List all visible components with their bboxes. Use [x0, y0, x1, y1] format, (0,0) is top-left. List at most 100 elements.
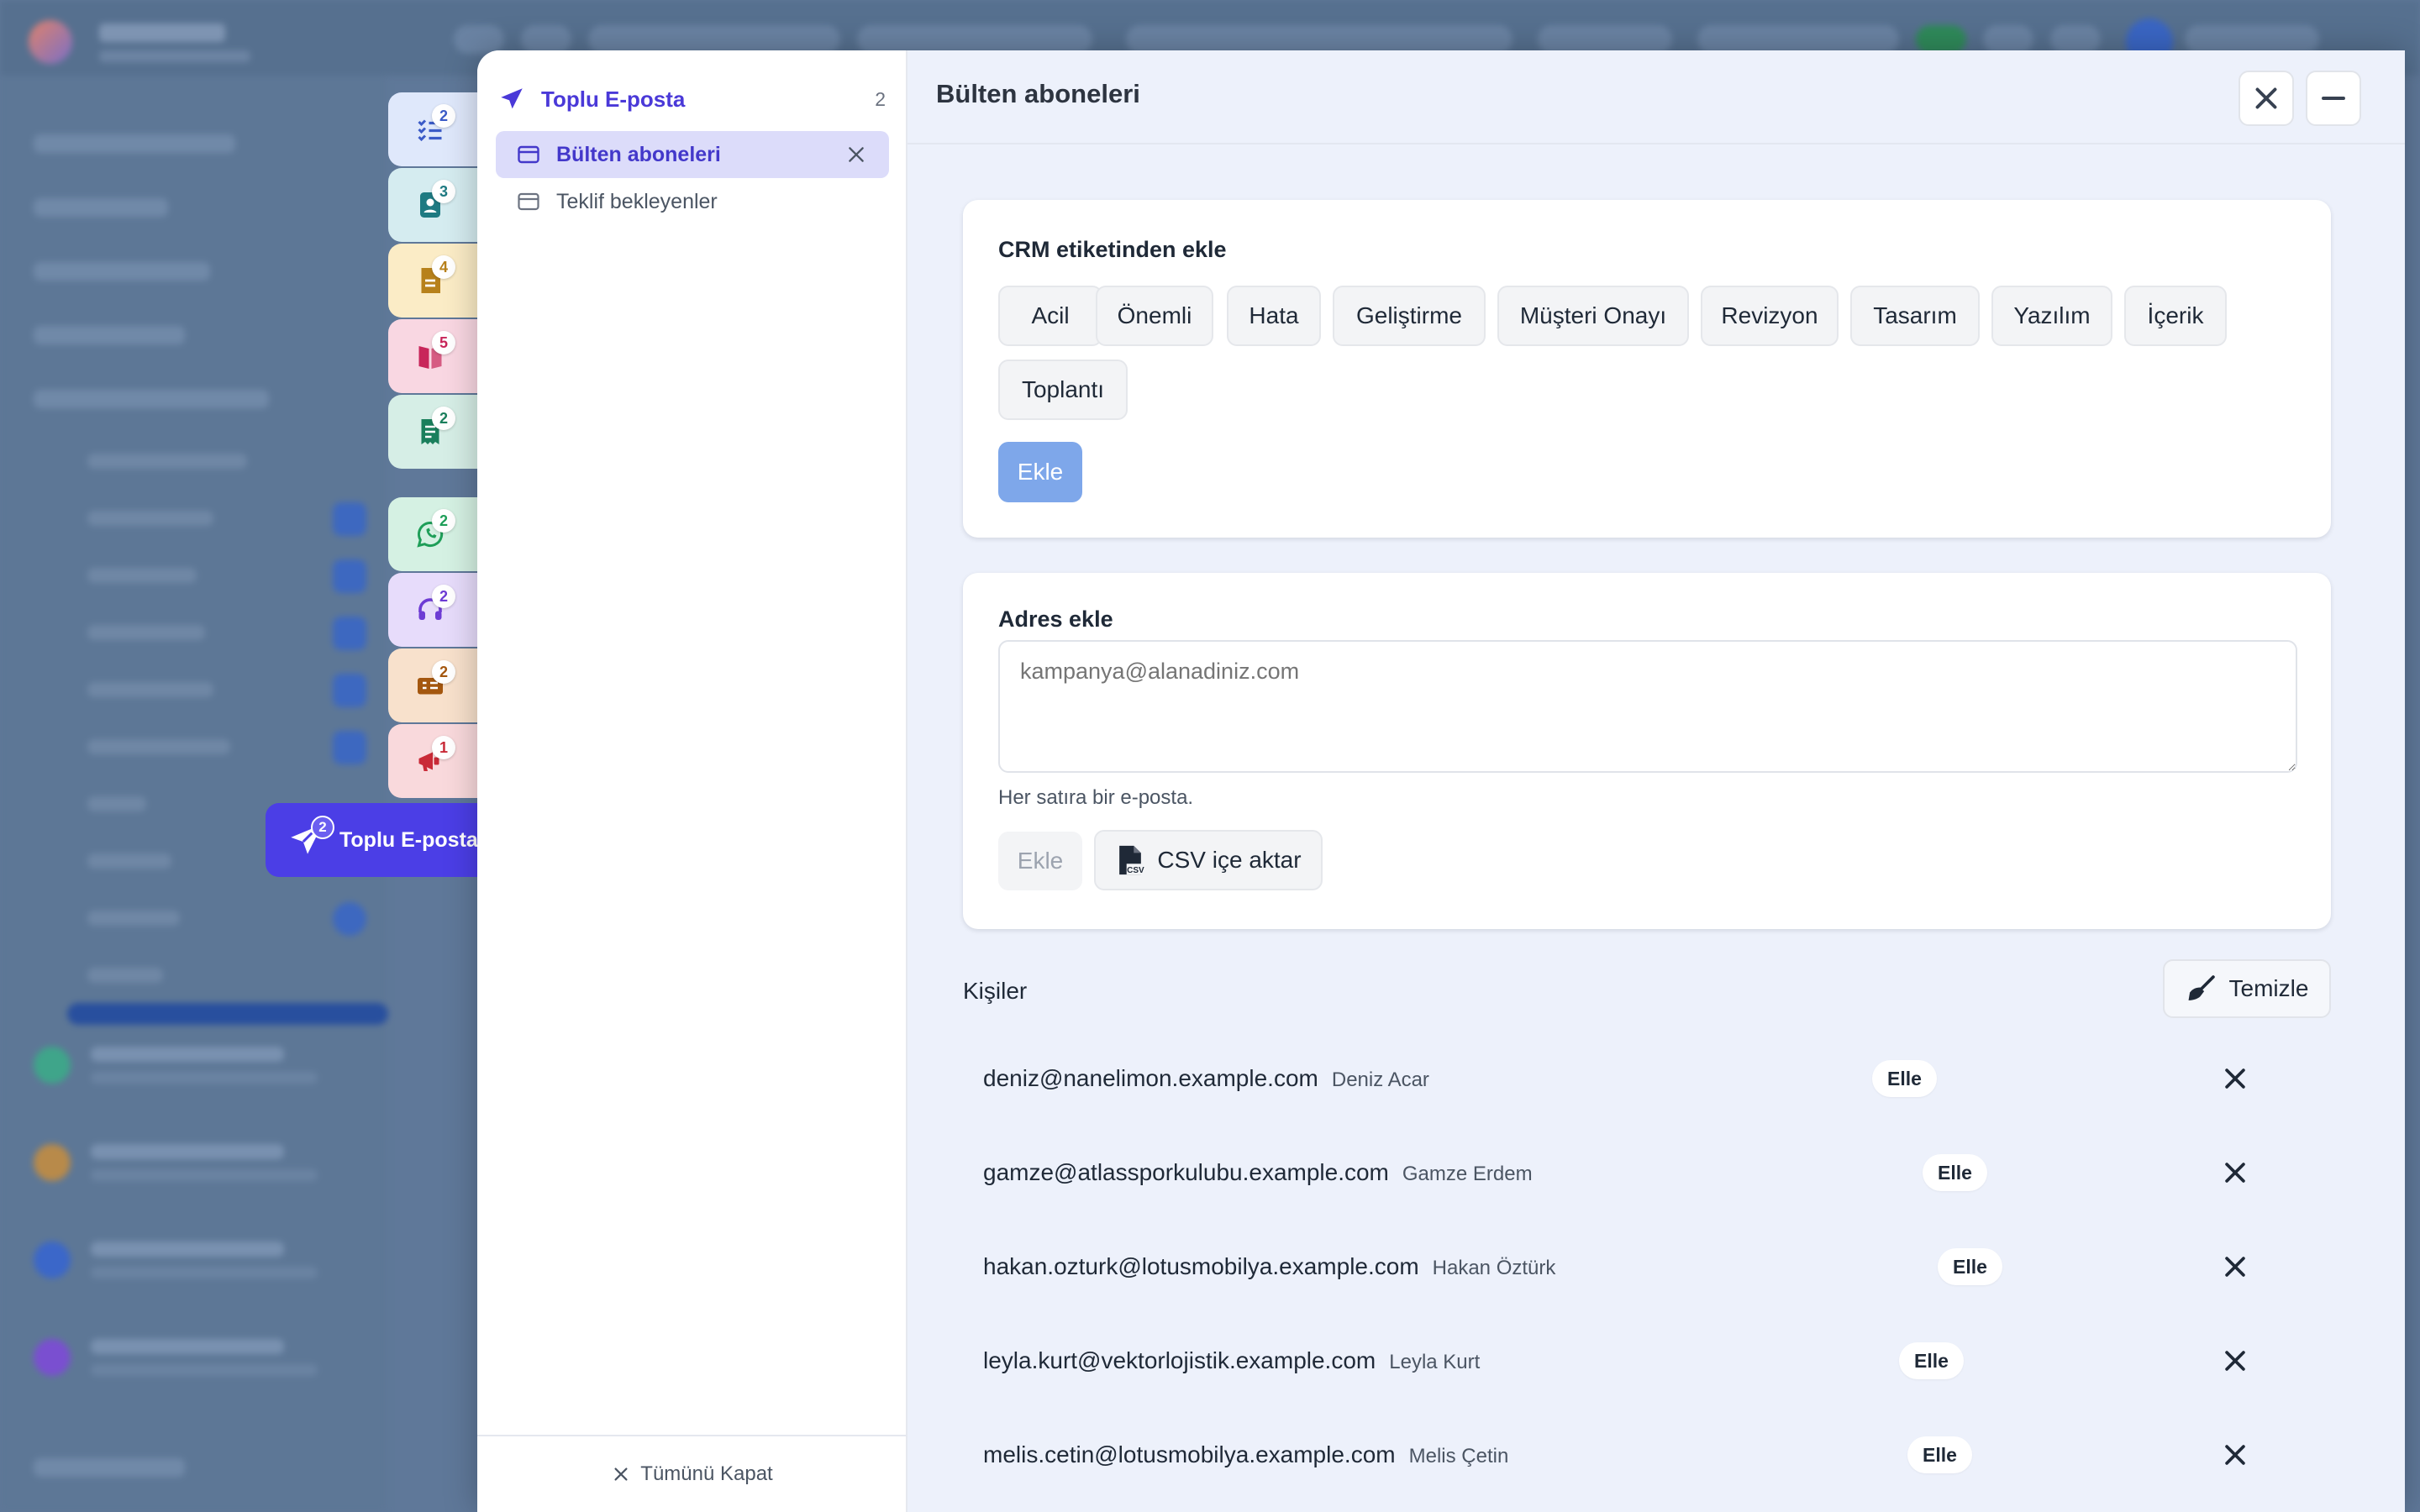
- remove-contact-button[interactable]: [2218, 1438, 2252, 1472]
- dock-tab-contacts[interactable]: 3: [388, 168, 481, 242]
- crm-tag-card: CRM etiketinden ekle Acil Önemli Hata Geliş…: [963, 200, 2331, 538]
- source-badge: Elle: [1899, 1342, 1964, 1379]
- close-all-button[interactable]: Tümünü Kapat: [477, 1435, 908, 1512]
- card-icon: [518, 192, 539, 211]
- bg-progress: [67, 1003, 388, 1025]
- crm-tag[interactable]: Önemli: [1096, 286, 1213, 346]
- crm-tag[interactable]: Müşteri Onayı: [1497, 286, 1689, 346]
- clear-button[interactable]: Temizle: [2163, 959, 2331, 1018]
- minimize-icon: [2322, 97, 2345, 100]
- bg-dot: [333, 502, 366, 536]
- source-badge: Elle: [1923, 1154, 1987, 1191]
- contact-row: hakan.ozturk@lotusmobilya.example.com Hak…: [963, 1223, 2331, 1310]
- dock-tab-books[interactable]: 5: [388, 319, 481, 393]
- crm-tag[interactable]: Acil: [998, 286, 1102, 346]
- bg-pill: [2050, 25, 2101, 54]
- dock-badge: 1: [432, 736, 455, 759]
- bg-card: [34, 1331, 370, 1389]
- crm-add-button[interactable]: Ekle: [998, 442, 1082, 502]
- contact-row: melis.cetin@lotusmobilya.example.com Meli…: [963, 1411, 2331, 1499]
- crm-card-title: CRM etiketinden ekle: [998, 237, 1227, 262]
- contacts-title: Kişiler: [963, 978, 1028, 1004]
- dock-badge: 3: [432, 180, 455, 203]
- contact-name: Gamze Erdem: [1402, 1163, 1533, 1185]
- crm-tag[interactable]: Yazılım: [1991, 286, 2112, 346]
- paper-plane-icon: [501, 88, 523, 109]
- left-panel-header: Toplu E-posta 2: [497, 82, 886, 116]
- bg-sub: [87, 739, 230, 754]
- bg-pill: [1916, 25, 1966, 54]
- crm-tag[interactable]: Revizyon: [1701, 286, 1839, 346]
- dock-tab-receipts[interactable]: 2: [388, 395, 481, 469]
- crm-tag[interactable]: Toplantı: [998, 360, 1128, 420]
- close-icon[interactable]: [845, 144, 867, 165]
- svg-text:CSV: CSV: [1128, 866, 1145, 875]
- csv-import-label: CSV içe aktar: [1157, 847, 1302, 873]
- contact-row: leyla.kurt@vektorlojistik.example.com Ley…: [963, 1317, 2331, 1404]
- bg-dot: [333, 902, 366, 936]
- crm-tag[interactable]: Geliştirme: [1333, 286, 1486, 346]
- bg-row: [34, 1458, 185, 1477]
- clear-label: Temizle: [2228, 975, 2309, 1001]
- bg-sub: [87, 454, 247, 469]
- contact-name: Hakan Öztürk: [1432, 1257, 1556, 1279]
- bg-row: [34, 262, 210, 281]
- minimize-button[interactable]: [2306, 71, 2361, 126]
- bg-pill: [1983, 25, 2033, 54]
- dock-badge: 2: [432, 509, 455, 533]
- dock-tab-support[interactable]: 2: [388, 573, 481, 647]
- bg-subtitle: [99, 50, 250, 62]
- bg-dot: [333, 731, 366, 764]
- contact-email: leyla.kurt@vektorlojistik.example.com Ley…: [983, 1347, 1481, 1373]
- close-icon: [2225, 1445, 2245, 1465]
- left-panel: Toplu E-posta 2 Bülten aboneleri Teklif …: [477, 50, 908, 1512]
- bg-dot: [333, 559, 366, 593]
- bg-sub: [87, 682, 213, 697]
- remove-contact-button[interactable]: [2218, 1250, 2252, 1284]
- crm-tag[interactable]: Tasarım: [1850, 286, 1980, 346]
- left-panel-title: Toplu E-posta: [541, 86, 686, 112]
- remove-contact-button[interactable]: [2218, 1156, 2252, 1189]
- bg-pill: [521, 25, 571, 54]
- bg-row: [34, 198, 168, 217]
- address-card: Adres ekle Her satıra bir e-posta. Ekle …: [963, 573, 2331, 929]
- bg-logo: [29, 20, 72, 64]
- dock-tab-documents[interactable]: 4: [388, 244, 481, 318]
- dock-active-badge: 2: [311, 816, 334, 839]
- bg-pill: [2185, 25, 2319, 54]
- remove-contact-button[interactable]: [2218, 1344, 2252, 1378]
- contact-name: Leyla Kurt: [1389, 1351, 1481, 1373]
- list-item-label: Teklif bekleyenler: [556, 189, 718, 213]
- dock-badge: 2: [432, 407, 455, 430]
- source-badge: Elle: [1872, 1060, 1937, 1097]
- dock-badge: 2: [432, 104, 455, 128]
- dock-tab-announcements[interactable]: 1: [388, 724, 481, 798]
- remove-contact-button[interactable]: [2218, 1062, 2252, 1095]
- card-icon: [518, 145, 539, 164]
- csv-import-button[interactable]: CSV CSV içe aktar: [1094, 830, 1323, 890]
- paper-plane-icon: 2: [286, 816, 334, 861]
- bg-sub: [87, 568, 197, 583]
- bg-card: [34, 1233, 370, 1292]
- dock-tab-tasks[interactable]: 2: [388, 92, 481, 166]
- address-add-button[interactable]: Ekle: [998, 832, 1082, 890]
- close-icon: [2225, 1257, 2245, 1277]
- left-panel-count: 2: [875, 87, 886, 110]
- contact-email: deniz@nanelimon.example.com Deniz Acar: [983, 1065, 1429, 1091]
- bg-pill: [1538, 25, 1672, 54]
- close-icon: [2225, 1068, 2245, 1089]
- email-textarea[interactable]: [998, 640, 2297, 773]
- dock-tab-tickets[interactable]: 2: [388, 648, 481, 722]
- dock-tab-toplu-eposta[interactable]: 2 Toplu E-posta: [266, 803, 481, 877]
- crm-tag[interactable]: İçerik: [2124, 286, 2227, 346]
- close-button[interactable]: [2238, 71, 2294, 126]
- list-item-bulten-aboneleri[interactable]: Bülten aboneleri: [496, 131, 889, 178]
- list-item-teklif-bekleyenler[interactable]: Teklif bekleyenler: [496, 178, 889, 225]
- contact-name: Deniz Acar: [1331, 1068, 1429, 1091]
- address-hint: Her satıra bir e-posta.: [998, 786, 1194, 809]
- bg-sub: [87, 853, 171, 869]
- bg-row: [34, 134, 235, 153]
- crm-tag[interactable]: Hata: [1227, 286, 1321, 346]
- dock-tab-whatsapp[interactable]: 2: [388, 497, 481, 571]
- bg-card: [34, 1038, 370, 1097]
